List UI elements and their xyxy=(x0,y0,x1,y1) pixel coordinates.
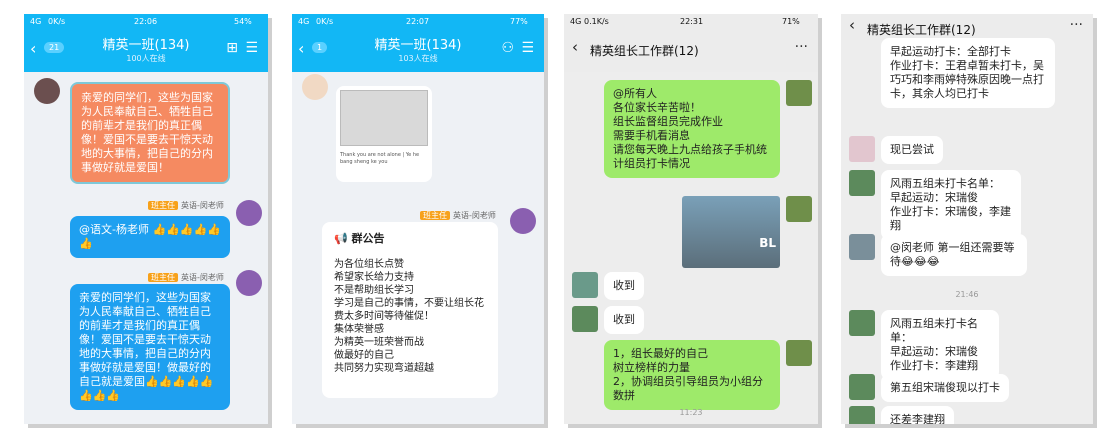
message-bubble: @所有人 各位家长辛苦啦！ 组长监督组员完成作业 需要手机看消息 请您每天晚上九… xyxy=(604,80,780,178)
message-bubble: 现已尝试 xyxy=(881,136,943,164)
chat-body: 早起运动打卡：全部打卡 作业打卡：王君卓暂未打卡，吴巧巧和李雨婷特殊原因晚一点打… xyxy=(841,38,1093,424)
avatar xyxy=(236,270,262,296)
clock: 22:31 xyxy=(680,17,704,26)
avatar xyxy=(786,196,812,222)
notice-line: 共同努力实现弯道超越 xyxy=(334,363,434,374)
message-bubble: 还差李建翔 xyxy=(881,406,954,424)
notice-line: 为精英一班荣誉而战 xyxy=(334,337,424,348)
avatar xyxy=(572,306,598,332)
chat-header: ‹ 21 精英一班(134) 100人在线 ⊞ ☰ xyxy=(24,30,268,72)
group-notice-card[interactable]: 📢 群公告 为各位组长点赞 希望家长给力支持 不是帮助组长学习学习是自己的事情，不要… xyxy=(322,222,498,398)
signal-text: 4G xyxy=(298,17,310,26)
status-bar: 4G 0.1K/s 22:31 71% xyxy=(564,14,818,30)
notice-body: 为各位组长点赞 希望家长给力支持 不是帮助组长学习学习是自己的事情，不要让组长花费太… xyxy=(334,258,486,375)
message-bubble: 收到 xyxy=(604,272,644,300)
message-bubble: @闵老师 第一组还需要等待😂😂😂 xyxy=(881,234,1027,276)
panel-4: ‹ 精英组长工作群(12) ··· 早起运动打卡：全部打卡 作业打卡：王君卓暂未… xyxy=(841,14,1093,424)
panel-1: 4G 0K/s 22:06 54% ‹ 21 精英一班(134) 100人在线 … xyxy=(24,14,268,424)
notice-header: 📢 群公告 xyxy=(334,232,486,246)
avatar xyxy=(849,406,875,424)
timestamp: 11:23 xyxy=(679,408,703,417)
chat-body: Thank you are not alone | Ye he bang she… xyxy=(292,72,544,424)
sender-tag: 班主任 英语-闵老师 xyxy=(148,272,224,283)
role-badge: 班主任 xyxy=(148,201,178,210)
signal-text: 4G xyxy=(30,17,42,26)
notice-title: 群公告 xyxy=(351,232,385,245)
sender-name: 英语-闵老师 xyxy=(181,273,224,282)
avatar xyxy=(786,340,812,366)
more-icon[interactable]: ··· xyxy=(1070,17,1083,33)
battery-level: 77% xyxy=(510,17,528,26)
chat-body: 亲爱的同学们，这些为国家为人民奉献自己、牺牲自己的前辈才是我们的真正偶像！爱国不… xyxy=(24,72,268,424)
net-speed: 0K/s xyxy=(48,17,66,26)
notice-line: 为各位组长点赞 xyxy=(334,259,404,270)
notice-line: 做最好的自己 xyxy=(334,350,394,361)
message-bubble: 亲爱的同学们，这些为国家为人民奉献自己、牺牲自己的前辈才是我们的真正偶像！爱国不… xyxy=(70,284,230,410)
status-bar: 4G 0K/s 22:06 54% xyxy=(24,14,268,30)
notice-line: 不是帮助组长学习 xyxy=(334,285,414,296)
status-bar: 4G 0K/s 22:07 77% xyxy=(292,14,544,30)
panel-2: 4G 0K/s 22:07 77% ‹ 1 精英一班(134) 103人在线 ⚇… xyxy=(292,14,544,424)
panel-3: 4G 0.1K/s 22:31 71% ‹ 精英组长工作群(12) ··· @所… xyxy=(564,14,818,424)
message-bubble: 亲爱的同学们，这些为国家为人民奉献自己、牺牲自己的前辈才是我们的真正偶像！爱国不… xyxy=(70,82,230,184)
chat-title: 精英组长工作群(12) xyxy=(590,44,699,58)
net-speed: 0.1K/s xyxy=(584,17,609,26)
avatar xyxy=(786,80,812,106)
avatar xyxy=(236,200,262,226)
game-icon[interactable]: ⊞ xyxy=(226,40,238,56)
message-bubble: @语文-杨老师 👍👍👍👍👍👍 xyxy=(70,216,230,258)
back-icon[interactable]: ‹ xyxy=(849,16,855,34)
menu-icon[interactable]: ☰ xyxy=(521,40,534,56)
avatar xyxy=(849,310,875,336)
signal-text: 4G xyxy=(570,17,582,26)
back-icon[interactable]: ‹ xyxy=(572,38,578,56)
message-bubble: 风雨五组未打卡名单： 早起运动：宋瑞俊 作业打卡：李建翔 xyxy=(881,310,999,380)
group-icon[interactable]: ⚇ xyxy=(501,40,514,56)
message-bubble: 收到 xyxy=(604,306,644,334)
photo-caption: Thank you are not alone | Ye he bang she… xyxy=(340,152,420,165)
message-bubble: 第五组宋瑞俊现以打卡 xyxy=(881,374,1009,402)
avatar xyxy=(302,74,328,100)
avatar xyxy=(34,78,60,104)
avatar xyxy=(510,208,536,234)
message-bubble: 风雨五组未打卡名单： 早起运动：宋瑞俊 作业打卡：宋瑞俊，李建翔 xyxy=(881,170,1021,240)
chat-header: ‹ 1 精英一班(134) 103人在线 ⚇ ☰ xyxy=(292,30,544,72)
sender-name: 英语-闵老师 xyxy=(181,201,224,210)
document-photo xyxy=(340,90,428,146)
sender-tag: 班主任 英语-闵老师 xyxy=(148,200,224,211)
photo-text: BL xyxy=(759,236,776,250)
chat-header: ‹ 精英组长工作群(12) ··· xyxy=(564,30,818,73)
avatar xyxy=(572,272,598,298)
sender-tag: 班主任 英语-闵老师 xyxy=(420,210,496,221)
battery-level: 71% xyxy=(782,17,800,26)
chat-header: ‹ 精英组长工作群(12) ··· xyxy=(841,14,1093,41)
menu-icon[interactable]: ☰ xyxy=(245,40,258,56)
avatar xyxy=(849,170,875,196)
chat-body: @所有人 各位家长辛苦啦！ 组长监督组员完成作业 需要手机看消息 请您每天晚上九… xyxy=(564,72,818,424)
notice-line: 集体荣誉感 xyxy=(334,324,384,335)
role-badge: 班主任 xyxy=(420,211,450,220)
chat-title: 精英组长工作群(12) xyxy=(867,23,976,37)
sender-name: 英语-闵老师 xyxy=(453,211,496,220)
notice-line: 学习是自己的事情，不要让组长花费太多时间等待催促！ xyxy=(334,298,484,322)
megaphone-icon: 📢 xyxy=(334,232,352,245)
notice-line: 希望家长给力支持 xyxy=(334,272,414,283)
battery-level: 54% xyxy=(234,17,252,26)
clock: 22:07 xyxy=(406,17,430,26)
avatar xyxy=(849,374,875,400)
net-speed: 0K/s xyxy=(316,17,334,26)
message-bubble: 早起运动打卡：全部打卡 作业打卡：王君卓暂未打卡，吴巧巧和李雨婷特殊原因晚一点打… xyxy=(881,38,1055,108)
photo-message[interactable]: Thank you are not alone | Ye he bang she… xyxy=(336,86,432,182)
group-photo[interactable]: BL xyxy=(682,196,780,268)
avatar xyxy=(849,234,875,260)
clock: 22:06 xyxy=(134,17,158,26)
timestamp: 21:46 xyxy=(955,290,979,299)
message-bubble: 1，组长最好的自己 树立榜样的力量 2，协调组员引导组员为小组分数拼 xyxy=(604,340,780,410)
role-badge: 班主任 xyxy=(148,273,178,282)
more-icon[interactable]: ··· xyxy=(795,39,808,55)
avatar xyxy=(849,136,875,162)
